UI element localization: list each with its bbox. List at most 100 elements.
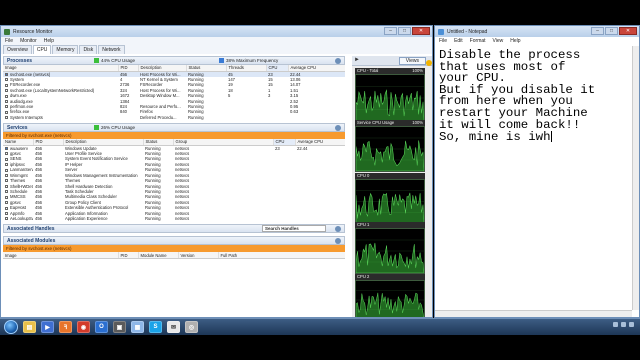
menu-view[interactable]: View bbox=[493, 38, 504, 44]
menu-edit[interactable]: Edit bbox=[454, 38, 463, 44]
services-cpu-swatch bbox=[94, 125, 99, 131]
notepad-menubar: File Edit Format View Help bbox=[435, 37, 639, 45]
row-checkbox[interactable] bbox=[5, 89, 8, 93]
cpu-graph-block: CPU 2 bbox=[355, 274, 425, 317]
notepad-titlebar[interactable]: Untitled - Notepad – □ ✕ bbox=[435, 26, 639, 37]
collapse-pane-arrow-icon[interactable]: ► bbox=[354, 57, 360, 63]
resource-monitor-main-pane: Processes 44% CPU Usage 38% Maximum Freq… bbox=[3, 56, 345, 317]
app-icon[interactable]: ▣ bbox=[113, 321, 126, 333]
row-checkbox[interactable] bbox=[5, 157, 8, 161]
row-checkbox[interactable] bbox=[5, 201, 8, 205]
row-checkbox[interactable] bbox=[5, 147, 8, 151]
row-checkbox[interactable] bbox=[5, 211, 8, 215]
menu-file[interactable]: File bbox=[439, 38, 447, 44]
tray-volume-icon[interactable] bbox=[621, 322, 626, 327]
modules-section-header[interactable]: Associated Modules bbox=[3, 236, 345, 246]
row-checkbox[interactable] bbox=[5, 83, 8, 87]
menu-help[interactable]: Help bbox=[510, 38, 520, 44]
row-checkbox[interactable] bbox=[5, 72, 8, 76]
system-tray bbox=[613, 322, 634, 327]
modules-column-header[interactable]: Version bbox=[178, 252, 219, 259]
skype-icon[interactable]: S bbox=[149, 321, 162, 333]
modules-column-header[interactable]: Module Name bbox=[138, 252, 179, 259]
resource-monitor-window: Resource Monitor – □ ✕ File Monitor Help… bbox=[0, 25, 433, 318]
tab-overview[interactable]: Overview bbox=[3, 45, 32, 54]
tray-network-icon[interactable] bbox=[613, 322, 618, 327]
maximize-button[interactable]: □ bbox=[398, 27, 411, 35]
cpu-usage-trace bbox=[356, 292, 424, 317]
menu-help[interactable]: Help bbox=[44, 38, 54, 44]
row-checkbox[interactable] bbox=[5, 174, 8, 178]
resource-monitor-tabs: Overview CPU Memory Disk Network bbox=[1, 45, 432, 54]
chrome-icon[interactable]: ◉ bbox=[77, 321, 90, 333]
collapse-toggle-icon[interactable] bbox=[335, 58, 341, 64]
resource-monitor-app-icon bbox=[4, 28, 10, 35]
notepad-text-area[interactable]: Disable the process that uses most of your… bbox=[439, 49, 629, 144]
tab-memory[interactable]: Memory bbox=[52, 45, 79, 54]
menu-format[interactable]: Format bbox=[470, 38, 486, 44]
row-checkbox[interactable] bbox=[5, 110, 8, 114]
notepad-icon[interactable]: ▦ bbox=[131, 321, 144, 333]
collapse-toggle-icon[interactable] bbox=[335, 125, 341, 132]
row-checkbox[interactable] bbox=[5, 78, 8, 82]
resource-monitor-titlebar[interactable]: Resource Monitor – □ ✕ bbox=[1, 26, 432, 37]
handles-section-header[interactable]: Associated Handles Search Handles bbox=[3, 224, 345, 234]
modules-column-header[interactable]: Full Path bbox=[218, 252, 345, 259]
close-button[interactable]: ✕ bbox=[619, 27, 637, 35]
minimize-button[interactable]: – bbox=[591, 27, 604, 35]
cpu-usage-indicator: 44% CPU Usage bbox=[94, 58, 135, 63]
row-checkbox[interactable] bbox=[5, 116, 8, 120]
cd-icon[interactable]: ◎ bbox=[185, 321, 198, 333]
mail-icon[interactable]: ✉ bbox=[167, 321, 180, 333]
tab-cpu[interactable]: CPU bbox=[32, 45, 52, 54]
cpu-usage-trace bbox=[356, 140, 424, 171]
row-checkbox[interactable] bbox=[5, 152, 8, 156]
services-section-header[interactable]: Services 26% CPU Usage bbox=[3, 123, 345, 133]
processes-section-header[interactable]: Processes 44% CPU Usage 38% Maximum Freq… bbox=[3, 56, 345, 65]
modules-column-header[interactable]: Image bbox=[3, 252, 119, 259]
services-table: Name PID Description Status Group CPU Average … bbox=[3, 139, 345, 221]
graphs-toolbar: ► Views bbox=[352, 56, 432, 66]
row-checkbox[interactable] bbox=[5, 217, 8, 221]
row-checkbox[interactable] bbox=[5, 195, 8, 199]
minimize-button[interactable]: – bbox=[384, 27, 397, 35]
collapse-toggle-icon[interactable] bbox=[335, 226, 341, 233]
row-checkbox[interactable] bbox=[5, 184, 8, 188]
menu-file[interactable]: File bbox=[5, 38, 13, 44]
row-checkbox[interactable] bbox=[5, 190, 8, 194]
firefox-icon[interactable]: ꟻ bbox=[59, 321, 72, 333]
tray-flag-icon[interactable] bbox=[629, 322, 634, 327]
outlook-icon[interactable]: O bbox=[95, 321, 108, 333]
start-button[interactable] bbox=[4, 320, 18, 334]
modules-column-header[interactable]: PID bbox=[118, 252, 139, 259]
notepad-window: Untitled - Notepad – □ ✕ File Edit Forma… bbox=[434, 25, 640, 318]
tab-disk[interactable]: Disk bbox=[79, 45, 98, 54]
row-checkbox[interactable] bbox=[5, 179, 8, 183]
close-button[interactable]: ✕ bbox=[412, 27, 430, 35]
row-checkbox[interactable] bbox=[5, 168, 8, 172]
cpu-graph bbox=[355, 126, 425, 172]
resource-monitor-title: Resource Monitor bbox=[13, 28, 53, 35]
row-checkbox[interactable] bbox=[5, 163, 8, 167]
resource-monitor-menubar: File Monitor Help bbox=[1, 37, 432, 45]
menu-monitor[interactable]: Monitor bbox=[20, 38, 37, 44]
row-checkbox[interactable] bbox=[5, 105, 8, 109]
horizontal-scrollbar[interactable] bbox=[435, 310, 632, 317]
modules-filter-bar[interactable]: Filtered by svchost.exe (netsvcs) bbox=[3, 245, 345, 253]
cpu-graph bbox=[355, 280, 425, 317]
collapse-toggle-icon[interactable] bbox=[335, 238, 341, 245]
search-handles-input[interactable]: Search Handles bbox=[262, 225, 326, 233]
row-checkbox[interactable] bbox=[5, 99, 8, 103]
views-button[interactable]: Views bbox=[398, 56, 426, 65]
windows-explorer-icon[interactable]: ▤ bbox=[23, 321, 36, 333]
tab-network[interactable]: Network bbox=[98, 45, 125, 54]
maximize-button[interactable]: □ bbox=[605, 27, 618, 35]
cpu-usage-swatch bbox=[94, 58, 99, 63]
vertical-scrollbar[interactable] bbox=[632, 46, 639, 310]
row-checkbox[interactable] bbox=[5, 94, 8, 98]
services-filter-bar[interactable]: Filtered by svchost.exe (netsvcs) bbox=[3, 132, 345, 140]
cpu-graph bbox=[355, 228, 425, 274]
row-checkbox[interactable] bbox=[5, 206, 8, 210]
cpu-usage-trace bbox=[356, 192, 424, 223]
media-player-icon[interactable]: ▶ bbox=[41, 321, 54, 333]
